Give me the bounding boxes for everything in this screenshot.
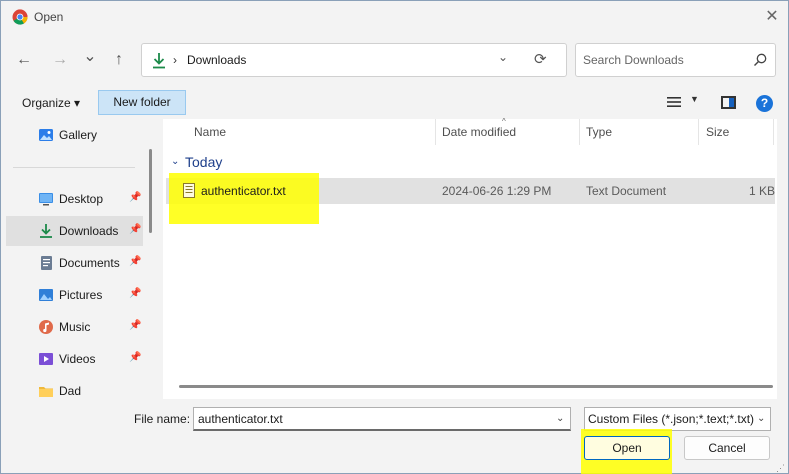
help-icon[interactable]: ? (756, 95, 773, 112)
breadcrumb-chevron-icon: › (173, 53, 177, 67)
file-name-label: File name: (134, 412, 191, 426)
file-name-dropdown-icon[interactable]: ⌄ (556, 413, 564, 424)
sidebar-item-label: Downloads (59, 224, 119, 238)
file-type-select[interactable]: Custom Files (*.json;*.text;*.txt) (584, 407, 771, 431)
navigation-pane: Gallery Desktop 📌 Downloads 📌 Documents … (1, 119, 149, 399)
videos-icon (39, 353, 53, 365)
column-header-name[interactable]: Name (194, 125, 226, 139)
pin-icon: 📌 (129, 256, 142, 267)
sidebar-item-dad[interactable]: Dad (6, 376, 143, 399)
organize-button[interactable]: Organize ▾ (17, 91, 85, 115)
file-row[interactable]: authenticator.txt 2024-06-26 1:29 PM Tex… (166, 173, 776, 224)
pin-icon: 📌 (129, 320, 142, 331)
music-icon (39, 320, 53, 334)
address-dropdown-icon[interactable]: ⌄ (498, 50, 508, 64)
sidebar-item-label: Desktop (59, 192, 104, 206)
column-header-type[interactable]: Type (586, 125, 612, 139)
pin-icon: 📌 (129, 288, 142, 299)
cancel-button[interactable]: Cancel (684, 436, 770, 460)
search-icon (754, 53, 767, 66)
sidebar-item-music[interactable]: Music 📌 (6, 312, 143, 342)
open-dialog: Open ✕ ← → ⌄ ↑ › Downloads ⌄ ⟳ Search Do… (0, 0, 789, 474)
search-input[interactable]: Search Downloads (575, 43, 776, 77)
sidebar-item-videos[interactable]: Videos 📌 (6, 344, 143, 374)
documents-icon (41, 256, 52, 270)
forward-arrow-icon[interactable]: → (49, 49, 71, 71)
view-dropdown-icon[interactable]: ▼ (690, 94, 699, 104)
back-arrow-icon[interactable]: ← (13, 49, 35, 71)
highlight-marker (169, 173, 319, 224)
open-button[interactable]: Open (584, 436, 670, 460)
title-bar: Open ✕ (1, 1, 788, 33)
column-header-date[interactable]: Date modified (442, 125, 516, 139)
group-header-today[interactable]: Today (185, 154, 222, 170)
file-name: authenticator.txt (201, 184, 286, 198)
sidebar-item-pictures[interactable]: Pictures 📌 (6, 280, 143, 310)
up-arrow-icon[interactable]: ↑ (108, 49, 130, 71)
sidebar-item-documents[interactable]: Documents 📌 (6, 248, 143, 278)
pin-icon: 📌 (129, 352, 142, 363)
file-date: 2024-06-26 1:29 PM (442, 184, 552, 198)
recent-locations-chevron-icon[interactable]: ⌄ (79, 46, 101, 68)
file-size: 1 KB (749, 184, 776, 198)
folder-icon (39, 387, 53, 397)
group-collapse-chevron-icon[interactable]: ⌄ (171, 156, 179, 167)
text-file-icon (183, 183, 195, 198)
desktop-icon (39, 193, 53, 206)
file-list: Name ^ Date modified Type Size ⌄ Today a… (163, 117, 777, 399)
column-divider[interactable] (579, 119, 580, 145)
file-type: Text Document (586, 184, 667, 198)
sidebar-item-label: Pictures (59, 288, 103, 302)
pin-icon: 📌 (129, 192, 142, 203)
sidebar-item-label: Dad (59, 384, 82, 398)
download-icon (153, 53, 165, 69)
column-divider[interactable] (435, 119, 436, 145)
preview-pane-icon[interactable] (721, 96, 736, 109)
horizontal-scrollbar[interactable] (179, 385, 773, 388)
column-header-size[interactable]: Size (706, 125, 729, 139)
new-folder-button[interactable]: New folder (98, 90, 186, 115)
pictures-icon (39, 289, 53, 301)
sidebar-item-gallery[interactable]: Gallery (6, 120, 143, 150)
sidebar-item-label: Documents (59, 256, 120, 270)
sidebar-divider (13, 167, 135, 168)
sidebar-item-desktop[interactable]: Desktop 📌 (6, 184, 143, 214)
file-name-input[interactable] (193, 407, 571, 431)
sidebar-item-label: Music (59, 320, 91, 334)
column-divider[interactable] (773, 119, 774, 145)
sidebar-item-label: Gallery (59, 128, 98, 142)
gallery-icon (39, 129, 53, 141)
search-placeholder: Search Downloads (583, 53, 684, 67)
file-type-dropdown-icon[interactable]: ⌄ (757, 413, 765, 424)
view-options-icon[interactable] (667, 96, 681, 108)
download-icon (40, 224, 52, 238)
resize-grip-icon[interactable]: ⋰ (776, 463, 785, 474)
sidebar-item-downloads[interactable]: Downloads 📌 (6, 216, 143, 246)
breadcrumb-downloads[interactable]: Downloads (187, 53, 246, 67)
command-bar: Organize ▾ New folder ▼ ? (1, 87, 788, 119)
window-title: Open (34, 10, 64, 24)
address-bar[interactable]: › Downloads ⌄ ⟳ (141, 43, 567, 77)
sidebar-scrollbar[interactable] (149, 149, 152, 233)
close-icon[interactable]: ✕ (762, 7, 782, 27)
chrome-icon (12, 9, 28, 25)
refresh-icon[interactable]: ⟳ (534, 50, 547, 68)
pin-icon: 📌 (129, 224, 142, 235)
column-divider[interactable] (698, 119, 699, 145)
sidebar-item-label: Videos (59, 352, 96, 366)
